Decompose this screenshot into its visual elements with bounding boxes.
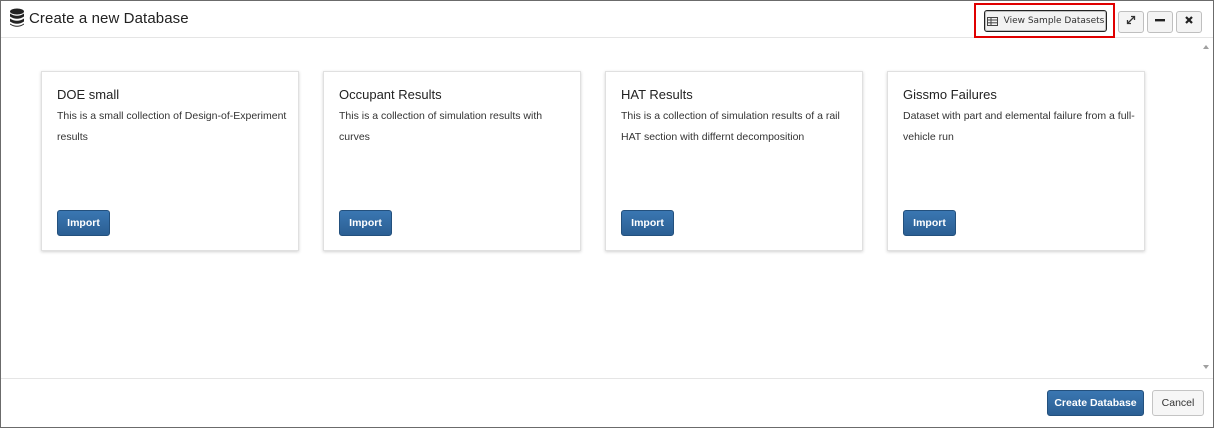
view-sample-datasets-label: View Sample Datasets (1003, 16, 1105, 26)
expand-button[interactable] (1118, 11, 1144, 33)
dataset-card-description: This is a collection of simulation resul… (339, 110, 543, 143)
close-icon (1183, 13, 1195, 31)
import-button[interactable]: Import (339, 210, 392, 236)
dialog-header: Create a new Database View Sample Datase… (1, 1, 1213, 38)
dataset-card-description: This is a collection of simulation resul… (621, 110, 840, 143)
import-button[interactable]: Import (621, 210, 674, 236)
dialog-title: Create a new Database (29, 9, 189, 27)
dataset-card-description: This is a small collection of Design-of-… (57, 110, 287, 143)
table-icon (986, 16, 998, 26)
close-button[interactable] (1176, 11, 1202, 33)
dataset-card-title: DOE small (57, 87, 120, 102)
minimize-button[interactable] (1147, 11, 1173, 33)
database-icon (9, 8, 25, 28)
scroll-up-arrow-icon[interactable] (1201, 43, 1211, 51)
dataset-card-gissmo-failures: Gissmo Failures Dataset with part and el… (887, 71, 1145, 251)
dataset-card-title: Occupant Results (339, 87, 442, 102)
import-button[interactable]: Import (903, 210, 956, 236)
dialog-title-wrap: Create a new Database (9, 8, 189, 28)
scroll-down-arrow-icon[interactable] (1201, 363, 1211, 371)
dataset-card-title: Gissmo Failures (903, 87, 997, 102)
cancel-button[interactable]: Cancel (1152, 390, 1204, 416)
dataset-card-occupant-results: Occupant Results This is a collection of… (323, 71, 581, 251)
minimize-icon (1154, 13, 1166, 31)
expand-icon (1125, 13, 1137, 31)
dataset-card-doe-small: DOE small This is a small collection of … (41, 71, 299, 251)
dataset-card-title: HAT Results (621, 87, 693, 102)
dialog-footer: Create Database Cancel (1, 378, 1213, 428)
create-database-button[interactable]: Create Database (1047, 390, 1144, 416)
dataset-card-description: Dataset with part and elemental failure … (903, 110, 1135, 143)
view-sample-datasets-button[interactable]: View Sample Datasets (984, 10, 1107, 32)
dialog-body: DOE small This is a small collection of … (1, 38, 1213, 378)
vertical-scrollbar[interactable] (1201, 43, 1211, 371)
create-database-dialog: Create a new Database View Sample Datase… (0, 0, 1214, 428)
import-button[interactable]: Import (57, 210, 110, 236)
dataset-card-hat-results: HAT Results This is a collection of simu… (605, 71, 863, 251)
